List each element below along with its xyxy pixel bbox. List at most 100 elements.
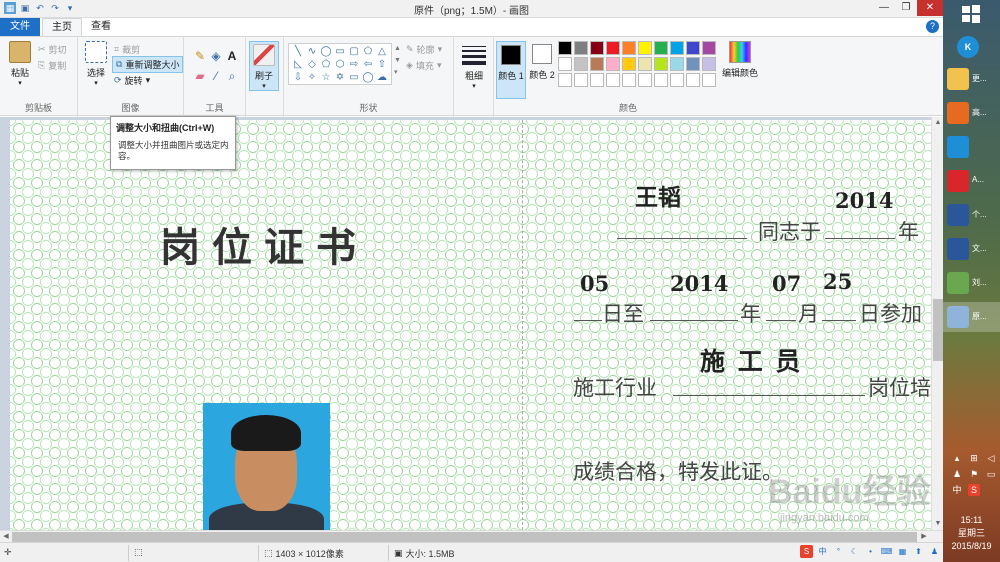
palette-swatch[interactable]	[606, 73, 620, 87]
tray-expand-icon[interactable]: ▴	[951, 452, 963, 464]
moon-icon[interactable]: ☾	[848, 545, 861, 558]
star4-shape-icon[interactable]: ✧	[305, 71, 319, 84]
clock[interactable]: 15:11 星期三 2015/8/19	[943, 514, 1000, 553]
palette-swatch[interactable]	[686, 57, 700, 71]
taskbar-item[interactable]	[943, 132, 1000, 162]
triangle-shape-icon[interactable]: △	[375, 45, 389, 58]
palette-swatch[interactable]	[654, 41, 668, 55]
star5-shape-icon[interactable]: ☆	[319, 71, 333, 84]
taskbar-item[interactable]: 更...	[943, 64, 1000, 94]
palette-swatch[interactable]	[622, 57, 636, 71]
horizontal-scrollbar[interactable]: ◀ ▶	[0, 530, 943, 542]
palette-swatch[interactable]	[638, 41, 652, 55]
crop-button[interactable]: ⌗ 裁剪	[114, 43, 140, 56]
palette-swatch[interactable]	[590, 73, 604, 87]
sogou-tray-icon[interactable]: S	[968, 484, 980, 496]
eraser-icon[interactable]: ▰	[192, 69, 208, 89]
polygon-shape-icon[interactable]: ⬠	[361, 45, 375, 58]
callout-cloud-shape-icon[interactable]: ☁	[375, 71, 389, 84]
arrow-right-shape-icon[interactable]: ⇨	[347, 58, 361, 71]
network-icon[interactable]: ⊞	[968, 452, 980, 464]
pentagon-shape-icon[interactable]: ⬠	[319, 58, 333, 71]
vertical-scrollbar[interactable]: ▲ ▼	[931, 117, 943, 530]
palette-swatch[interactable]	[702, 41, 716, 55]
taskbar-item[interactable]: 高...	[943, 98, 1000, 128]
palette-swatch[interactable]	[558, 41, 572, 55]
vertical-scroll-thumb[interactable]	[933, 299, 943, 361]
restore-button[interactable]: ❐	[895, 0, 917, 16]
select-button[interactable]: 选择 ▾	[82, 41, 110, 87]
taskbar-item[interactable]: 个...	[943, 200, 1000, 230]
arrow-down-shape-icon[interactable]: ⇩	[291, 71, 305, 84]
upload-icon[interactable]: ⬆	[912, 545, 925, 558]
keyboard-icon[interactable]: ⌨	[880, 545, 893, 558]
palette-swatch[interactable]	[574, 57, 588, 71]
rectangle-shape-icon[interactable]: ▭	[333, 45, 347, 58]
rotate-button[interactable]: ⟳ 旋转 ▾	[114, 74, 150, 87]
pencil-icon[interactable]: ✎	[192, 49, 208, 69]
image-canvas[interactable]: 岗位证书 王韬 2014 同志于 年 05 2014 07 25 日至 年 月 …	[10, 120, 931, 530]
palette-swatch[interactable]	[638, 73, 652, 87]
palette-swatch[interactable]	[670, 73, 684, 87]
punctuation-icon[interactable]: °	[832, 545, 845, 558]
tab-view[interactable]: 查看	[86, 18, 116, 36]
resize-button[interactable]: ⧉ 重新调整大小	[112, 56, 184, 73]
shapes-scroll[interactable]: ▲ ▼ ▾	[394, 43, 401, 79]
taskbar-item[interactable]: 刘...	[943, 268, 1000, 298]
battery-icon[interactable]: ▭	[985, 468, 997, 480]
callout-rect-shape-icon[interactable]: ▭	[347, 71, 361, 84]
right-triangle-shape-icon[interactable]: ◺	[291, 58, 305, 71]
palette-swatch[interactable]	[558, 73, 572, 87]
minimize-button[interactable]: —	[873, 0, 895, 16]
palette-swatch[interactable]	[574, 73, 588, 87]
palette-swatch[interactable]	[702, 73, 716, 87]
callout-oval-shape-icon[interactable]: ◯	[361, 71, 375, 84]
brushes-button[interactable]: 刷子 ▾	[249, 41, 279, 91]
hexagon-shape-icon[interactable]: ⬡	[333, 58, 347, 71]
volume-icon[interactable]: ◁	[985, 452, 997, 464]
fill-button[interactable]: ◈ 填充 ▾	[406, 59, 441, 72]
ime-icon[interactable]: 中	[951, 484, 963, 496]
edit-colors-button[interactable]: 编辑颜色	[720, 41, 760, 79]
curve-shape-icon[interactable]: ∿	[305, 45, 319, 58]
palette-swatch[interactable]	[622, 73, 636, 87]
arrow-left-shape-icon[interactable]: ⇦	[361, 58, 375, 71]
color1-button[interactable]: 颜色 1	[496, 41, 526, 99]
text-icon[interactable]: A	[224, 49, 240, 69]
taskbar-item[interactable]: 文...	[943, 234, 1000, 264]
magnifier-icon[interactable]: ⌕	[224, 69, 240, 89]
user-icon[interactable]: ♟	[951, 468, 963, 480]
dot-icon[interactable]: •	[864, 545, 877, 558]
copy-button[interactable]: ⎘ 复制	[38, 59, 66, 72]
flag-icon[interactable]: ⚑	[968, 468, 980, 480]
tab-file[interactable]: 文件	[0, 18, 40, 36]
palette-swatch[interactable]	[670, 41, 684, 55]
color2-button[interactable]: 颜色 2	[528, 41, 556, 99]
palette-swatch[interactable]	[654, 57, 668, 71]
arrow-up-shape-icon[interactable]: ⇧	[375, 58, 389, 71]
taskbar-item[interactable]: 原...	[943, 302, 1000, 332]
close-button[interactable]: ✕	[917, 0, 943, 16]
diamond-shape-icon[interactable]: ◇	[305, 58, 319, 71]
ime-mode-label[interactable]: 中	[816, 545, 829, 558]
tab-home[interactable]: 主页	[42, 18, 82, 36]
palette-swatch[interactable]	[606, 41, 620, 55]
palette-swatch[interactable]	[686, 41, 700, 55]
taskbar-item[interactable]: A...	[943, 166, 1000, 196]
taskbar-kugou[interactable]: K	[943, 32, 1000, 62]
cut-button[interactable]: ✂ 剪切	[38, 43, 67, 56]
oval-shape-icon[interactable]: ◯	[319, 45, 333, 58]
horizontal-scroll-thumb[interactable]	[12, 532, 917, 542]
palette-swatch[interactable]	[638, 57, 652, 71]
shirt-icon[interactable]: ♟	[928, 545, 941, 558]
star6-shape-icon[interactable]: ✡	[333, 71, 347, 84]
color-picker-icon[interactable]: ⁄	[208, 69, 224, 89]
sogou-ime-icon[interactable]: S	[800, 545, 813, 558]
palette-swatch[interactable]	[702, 57, 716, 71]
fill-bucket-icon[interactable]: ◈	[208, 49, 224, 69]
palette-swatch[interactable]	[654, 73, 668, 87]
palette-swatch[interactable]	[622, 41, 636, 55]
help-icon[interactable]: ?	[926, 20, 939, 33]
outline-button[interactable]: ✎ 轮廓 ▾	[406, 43, 442, 56]
windows-start-icon[interactable]	[961, 4, 981, 24]
